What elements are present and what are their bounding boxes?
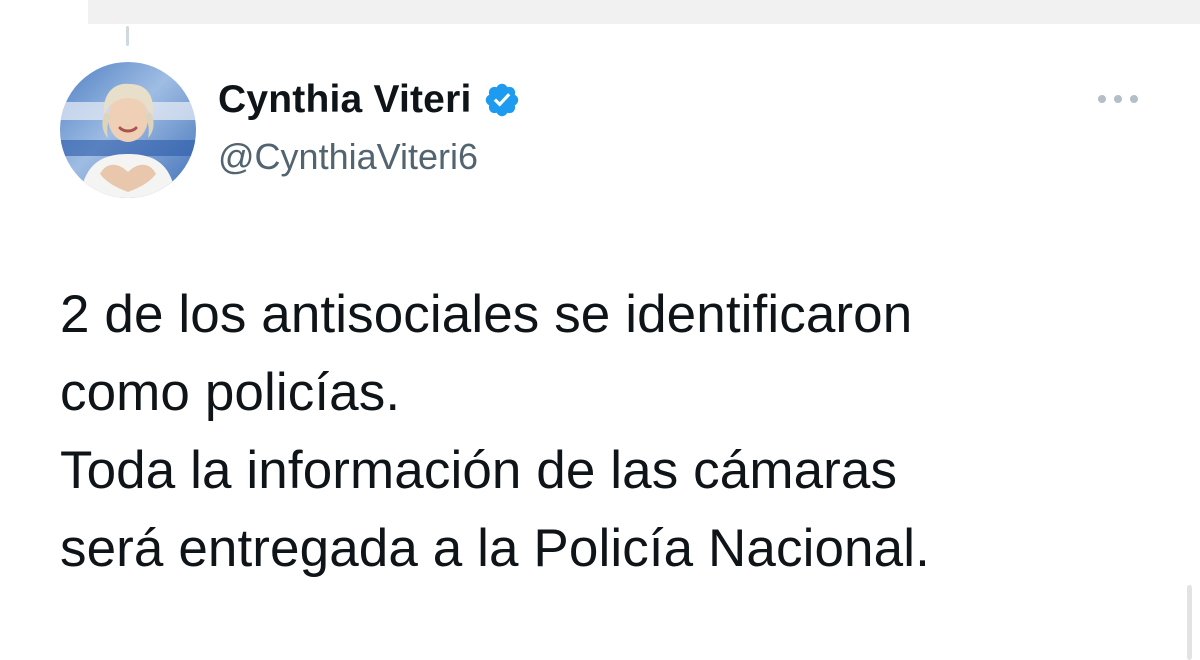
previous-tweet-edge — [88, 0, 1200, 24]
ellipsis-icon — [1098, 95, 1106, 103]
thread-connector-line — [126, 26, 129, 46]
author-display-name[interactable]: Cynthia Viteri — [218, 78, 471, 122]
scrollbar[interactable] — [1187, 585, 1192, 660]
profile-photo-icon — [60, 62, 196, 198]
author-name-row: Cynthia Viteri — [218, 78, 521, 122]
more-options-button[interactable] — [1098, 86, 1138, 112]
tweet-text: 2 de los antisociales se identificaron c… — [60, 285, 930, 578]
verified-badge-icon — [483, 81, 521, 119]
ellipsis-icon — [1130, 95, 1138, 103]
author-handle[interactable]: @CynthiaViteri6 — [218, 136, 478, 178]
ellipsis-icon — [1114, 95, 1122, 103]
avatar[interactable] — [60, 62, 196, 198]
